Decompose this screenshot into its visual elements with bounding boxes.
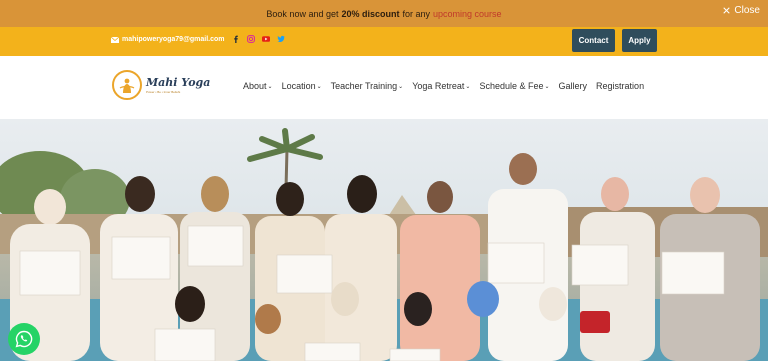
nav-item-teacher-training[interactable]: Teacher Training ⌄ — [331, 81, 404, 91]
announcement-prefix: Book now and get — [266, 8, 339, 19]
chevron-down-icon: ⌄ — [398, 83, 404, 90]
nav-label: Gallery — [558, 81, 588, 91]
logo-name: Mahi Yoga — [146, 76, 211, 89]
nav-label: Teacher Training — [330, 81, 398, 91]
nav-label: Location — [281, 81, 316, 91]
nav-item-location[interactable]: Location ⌄ — [282, 81, 322, 91]
nav-item-gallery[interactable]: Gallery — [559, 81, 588, 91]
apply-button[interactable]: Apply — [622, 29, 657, 52]
hero-image — [0, 119, 768, 361]
nav-item-registration[interactable]: Registration — [596, 81, 644, 91]
email-link[interactable]: mahipoweryoga79@gmail.com — [111, 36, 225, 43]
close-button[interactable]: Close — [723, 5, 760, 16]
youtube-icon[interactable] — [262, 35, 270, 43]
site-logo[interactable]: Mahi Yoga Power • Be • Inner Beliefs — [112, 70, 210, 100]
announcement-bar: Book now and get 20% discount for any up… — [0, 0, 768, 27]
group-photo — [0, 128, 768, 361]
nav-item-schedule-fee[interactable]: Schedule & Fee ⌄ — [479, 81, 549, 91]
nav-item-yoga-retreat[interactable]: Yoga Retreat ⌄ — [412, 81, 470, 91]
email-text: mahipoweryoga79@gmail.com — [122, 36, 225, 43]
announcement-middle: for any — [402, 8, 431, 19]
chevron-down-icon: ⌄ — [544, 83, 550, 90]
twitter-icon[interactable] — [277, 35, 285, 43]
contact-button[interactable]: Contact — [572, 29, 615, 52]
social-links — [232, 35, 285, 43]
close-icon — [723, 7, 731, 14]
close-label: Close — [734, 5, 760, 16]
chevron-down-icon: ⌄ — [316, 83, 322, 90]
facebook-icon[interactable] — [232, 35, 240, 43]
announcement-link[interactable]: upcoming course — [433, 9, 502, 19]
top-bar: mahipoweryoga79@gmail.com Contact Apply — [0, 27, 768, 56]
whatsapp-icon — [15, 330, 33, 348]
nav-label: About — [243, 81, 267, 91]
chevron-down-icon: ⌄ — [267, 83, 273, 90]
announcement-highlight: 20% discount — [341, 8, 400, 19]
nav-item-about[interactable]: About ⌄ — [243, 81, 273, 91]
nav-label: Registration — [596, 81, 645, 91]
mail-icon — [111, 36, 119, 43]
site-header: Mahi Yoga Power • Be • Inner Beliefs Abo… — [0, 56, 768, 119]
logo-emblem-icon — [112, 70, 142, 100]
instagram-icon[interactable] — [247, 35, 255, 43]
nav-label: Yoga Retreat — [412, 81, 465, 91]
whatsapp-button[interactable] — [8, 323, 40, 355]
nav-label: Schedule & Fee — [479, 81, 544, 91]
chevron-down-icon: ⌄ — [465, 83, 471, 90]
main-nav: About ⌄ Location ⌄ Teacher Training ⌄ Yoga … — [243, 81, 644, 91]
logo-tagline: Power • Be • Inner Beliefs — [146, 90, 181, 94]
